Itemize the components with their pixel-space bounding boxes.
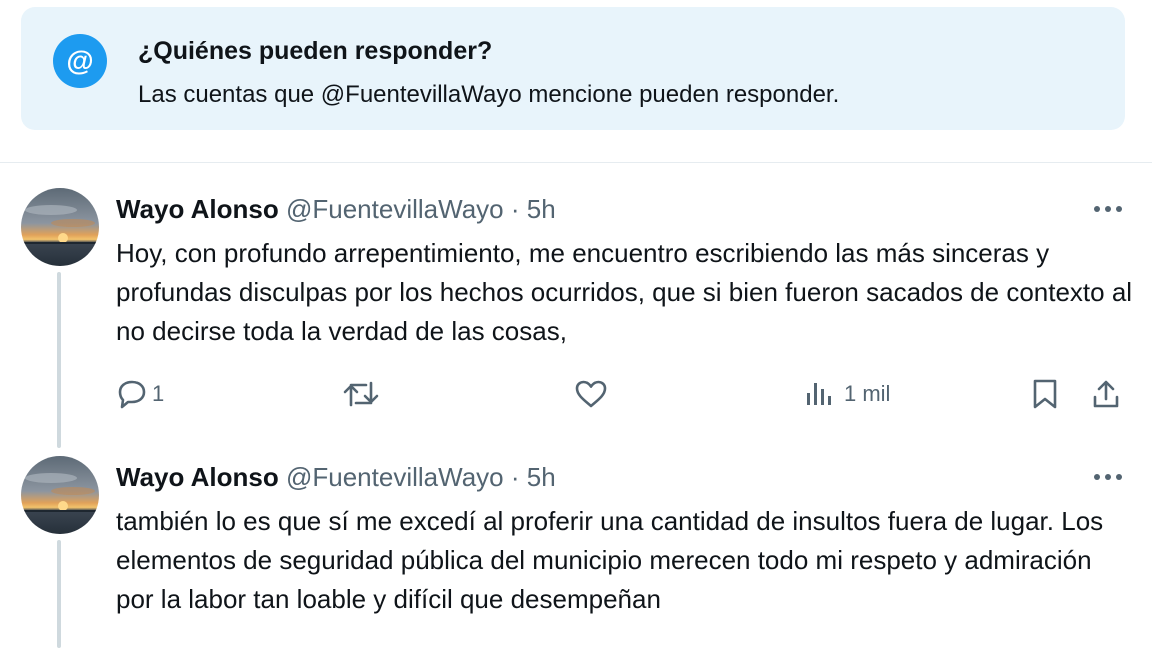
avatar-image <box>21 456 99 534</box>
bookmark-button[interactable] <box>1030 376 1060 412</box>
tweet-text: Hoy, con profundo arrepentimiento, me en… <box>116 238 1133 346</box>
reply-count: 1 <box>152 381 165 406</box>
page: @ ¿Quiénes pueden responder? Las cuentas… <box>0 0 1152 648</box>
tweet[interactable]: Wayo Alonso @FuentevillaWayo · 5h Hoy, c… <box>0 188 1152 428</box>
avatar[interactable] <box>21 456 99 534</box>
tweet-text: también lo es que sí me excedí al profer… <box>116 506 1104 614</box>
views-button[interactable]: 1 mil <box>804 376 890 412</box>
bookmark-icon <box>1033 379 1057 409</box>
separator: · <box>510 462 520 492</box>
retweet-icon <box>343 381 379 407</box>
more-icon <box>1094 474 1122 480</box>
retweet-button[interactable] <box>342 376 380 412</box>
more-icon <box>1094 206 1122 212</box>
reply-icon <box>118 380 146 409</box>
more-options-button[interactable] <box>1090 196 1126 222</box>
banner-text: Las cuentas que @FuentevillaWayo mencion… <box>138 81 840 108</box>
separator: · <box>510 194 520 224</box>
reply-button[interactable]: 1 <box>116 376 164 412</box>
more-options-button[interactable] <box>1090 464 1126 490</box>
author-handle[interactable]: @FuentevillaWayo <box>286 462 504 492</box>
views-count: 1 mil <box>844 381 891 406</box>
author-handle[interactable]: @FuentevillaWayo <box>286 194 504 224</box>
tweet-actions: 1 1 mil <box>0 376 1152 412</box>
tweet[interactable]: Wayo Alonso @FuentevillaWayo · 5h tambié… <box>0 456 1152 648</box>
tweet-time[interactable]: 5h <box>527 194 556 224</box>
tweet-header: Wayo Alonso @FuentevillaWayo · 5h <box>116 462 556 493</box>
at-sign-icon: @ <box>53 34 107 88</box>
reply-restriction-banner: @ ¿Quiénes pueden responder? Las cuentas… <box>21 7 1125 130</box>
avatar[interactable] <box>21 188 99 266</box>
author-name[interactable]: Wayo Alonso <box>116 194 279 224</box>
share-icon <box>1093 380 1119 408</box>
tweet-time[interactable]: 5h <box>527 462 556 492</box>
banner-title: ¿Quiénes pueden responder? <box>138 37 493 65</box>
divider <box>0 162 1152 163</box>
author-name[interactable]: Wayo Alonso <box>116 462 279 492</box>
tweet-header: Wayo Alonso @FuentevillaWayo · 5h <box>116 194 556 225</box>
avatar-image <box>21 188 99 266</box>
like-button[interactable] <box>574 376 608 412</box>
share-button[interactable] <box>1090 376 1122 412</box>
views-icon <box>807 383 831 405</box>
heart-icon <box>575 380 607 408</box>
